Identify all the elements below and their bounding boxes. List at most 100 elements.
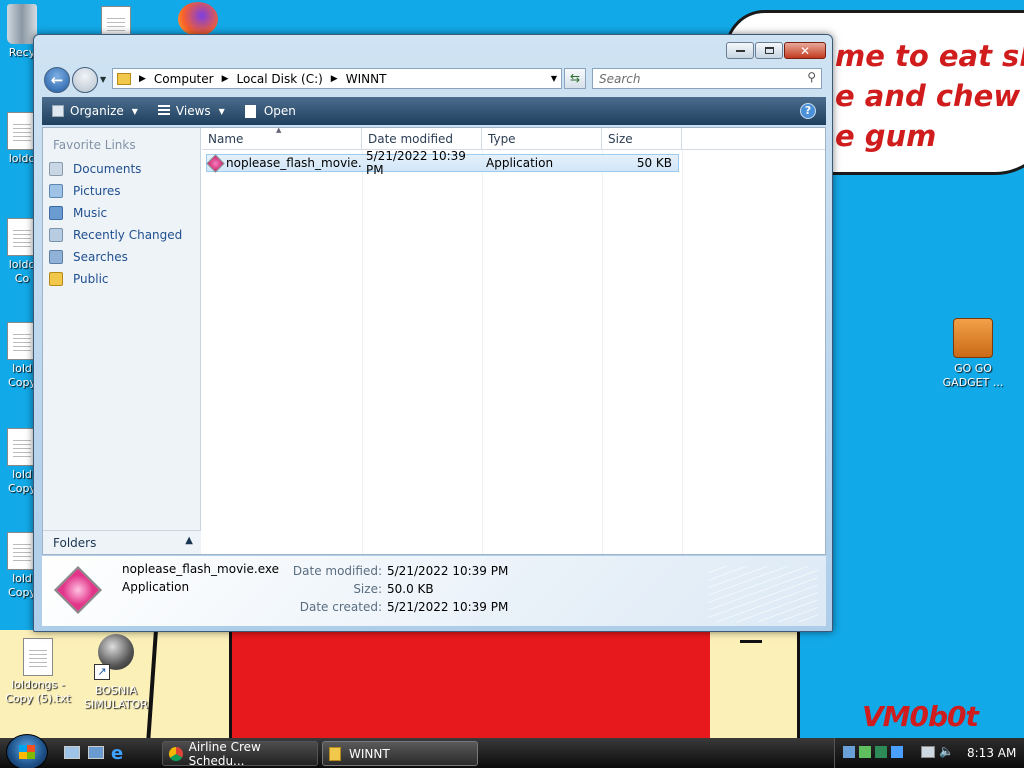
command-bar: Organize ▼ Views ▼ Open ? [42,97,826,125]
windows-logo-icon [19,745,35,759]
column-header-type[interactable]: Type [482,128,602,149]
nav-item-searches[interactable]: Searches [43,246,200,268]
search-icon[interactable]: ⚲ [807,70,816,84]
desktop-icon-label: SIMULATOR [84,698,148,711]
show-desktop-icon[interactable] [64,746,80,759]
chevron-down-icon: ▼ [131,106,138,116]
nav-item-recently-changed[interactable]: Recently Changed [43,224,200,246]
nav-item-label: Recently Changed [73,228,183,242]
maximize-icon [764,47,774,54]
refresh-button[interactable]: ⇆ [564,68,586,89]
nav-item-music[interactable]: Music [43,202,200,224]
views-button[interactable]: Views ▼ [157,104,225,118]
address-row: ← ▼ ▶ Computer ▶ Local Disk (C:) ▶ WINNT… [42,65,826,93]
internet-explorer-icon[interactable]: e [111,743,123,764]
diamond-shape [53,565,103,615]
column-headers: Name ▲ Date modified Type Size [202,126,825,150]
breadcrumb-separator-icon: ▶ [221,73,229,84]
size-value: 50.0 KB [387,582,434,596]
caption-buttons: ✕ [725,42,826,59]
file-size: 50 KB [636,156,672,170]
nav-item-public[interactable]: Public [43,268,200,290]
organize-icon [52,105,64,117]
wallpaper-line-3: e gum [835,119,937,153]
tray-icon[interactable] [843,746,855,758]
tray-icon[interactable] [859,746,871,758]
close-button[interactable]: ✕ [784,42,826,59]
address-bar[interactable]: ▶ Computer ▶ Local Disk (C:) ▶ WINNT ▼ [112,68,562,89]
file-row[interactable]: noplease_flash_movie.... 5/21/2022 10:39… [206,149,679,177]
firefox-desktop-icon[interactable] [168,2,228,36]
bosnia-simulator-desktop-icon[interactable]: ↗ BOSNIA SIMULATOR [76,634,156,712]
taskbar-button-label: WINNT [349,746,390,761]
wallpaper-stroke [740,640,762,643]
sort-ascending-icon: ▲ [276,126,282,134]
desktop-icon-label: GADGET ... [942,376,1004,389]
size-label: Size: [353,582,382,596]
file-type: Application [486,156,554,170]
pictures-icon [49,184,63,198]
flash-app-large-icon [52,564,104,616]
search-input[interactable]: Search ⚲ [592,68,822,89]
switch-windows-icon[interactable] [88,746,104,759]
chevron-down-icon: ▼ [218,106,225,116]
taskbar-button-airline-crew[interactable]: Airline Crew Schedu... [162,740,318,768]
nav-item-documents[interactable]: Documents [43,158,200,180]
start-button[interactable] [6,734,48,768]
desktop-icon-label: Copy (5).txt [5,692,71,705]
forward-button[interactable] [72,67,98,93]
minimize-icon [735,49,745,52]
nav-item-label: Music [73,206,108,220]
navigation-pane: Favorite Links Documents Pictures Music … [43,128,201,554]
music-icon [49,206,63,220]
column-divider [682,150,683,554]
tray-icon[interactable] [875,746,887,758]
column-header-date[interactable]: Date modified [362,128,482,149]
wallpaper-signature: VM0b0t [862,700,979,733]
details-labels: Date modified: Size: Date created: [242,562,382,616]
nav-item-label: Pictures [73,184,121,198]
wallpaper-shape-red [229,632,713,738]
network-icon[interactable] [921,746,935,758]
desktop-icon-label: BOSNIA [95,684,137,697]
organize-button[interactable]: Organize ▼ [52,104,138,118]
column-header-size[interactable]: Size [602,128,682,149]
minimize-button[interactable] [726,42,754,59]
desktop-icon-label: loldongs - [11,678,65,691]
searches-icon [49,250,63,264]
go-go-gadget-desktop-icon[interactable]: GO GO GADGET ... [933,318,1013,390]
clock[interactable]: 8:13 AM [967,746,1016,760]
explorer-window: ✕ ← ▼ ▶ Computer ▶ Local Disk (C:) ▶ WIN… [33,34,833,632]
tray-icon[interactable] [891,746,903,758]
help-icon[interactable]: ? [800,103,816,119]
taskbar-button-winnt[interactable]: WINNT [322,741,478,766]
details-type: Application [122,580,190,594]
details-decoration [708,566,818,622]
folders-toggle[interactable]: Folders ▲ [43,530,201,554]
volume-muted-icon[interactable]: 🔈 [939,744,954,758]
open-button[interactable]: Open [244,104,296,118]
favorite-links-header: Favorite Links [53,138,136,152]
content-area: Favorite Links Documents Pictures Music … [42,126,826,555]
text-file-desktop-icon-6[interactable]: loldongs - Copy (5).txt [0,638,78,706]
shortcut-arrow-icon: ↗ [94,664,110,680]
file-name: noplease_flash_movie.... [226,156,362,170]
address-dropdown-icon[interactable]: ▼ [551,74,557,83]
column-divider [602,150,603,554]
column-divider [362,150,363,554]
column-header-name[interactable]: Name ▲ [202,126,362,149]
back-button[interactable]: ← [44,67,70,93]
column-header-label: Type [488,132,516,146]
breadcrumb-winnt[interactable]: WINNT [346,72,387,86]
recent-pages-dropdown-icon[interactable]: ▼ [100,75,106,84]
open-label: Open [263,104,296,118]
wallpaper-text: me to eat shit e and chew e gum [835,36,1024,156]
views-icon [157,105,170,117]
folder-icon [329,746,341,761]
column-divider [482,150,483,554]
breadcrumb-computer[interactable]: Computer [154,72,214,86]
search-placeholder: Search [599,72,641,86]
nav-item-pictures[interactable]: Pictures [43,180,200,202]
maximize-button[interactable] [755,42,783,59]
breadcrumb-local-disk[interactable]: Local Disk (C:) [237,72,323,86]
